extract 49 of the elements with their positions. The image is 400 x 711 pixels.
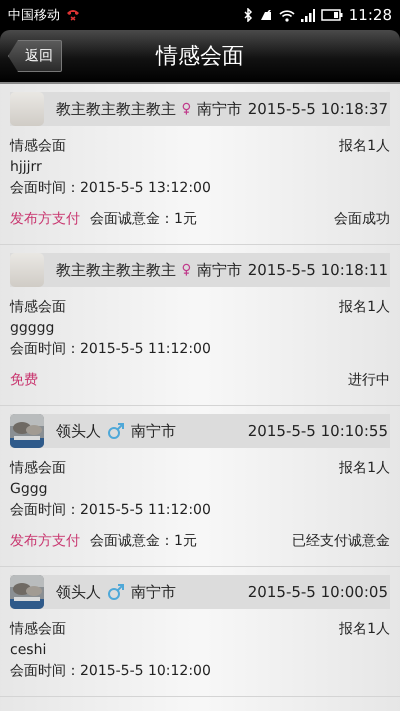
post-time: 2015-5-5 10:18:11 [248, 261, 388, 279]
post-time: 2015-5-5 10:10:55 [248, 422, 388, 440]
post-time: 2015-5-5 10:00:05 [248, 583, 388, 601]
back-button[interactable]: 返回 [8, 40, 62, 72]
payment-type: 发布方支付 [10, 532, 80, 551]
meeting-time: 会面时间：2015-5-5 11:12:00 [10, 501, 212, 520]
battery-icon [320, 9, 343, 21]
meeting-type: 情感会面 [10, 620, 66, 639]
meeting-type: 情感会面 [10, 137, 66, 156]
meeting-status: 会面成功 [334, 210, 390, 229]
meeting-time: 会面时间：2015-5-5 10:12:00 [10, 662, 212, 681]
user-name: 教主教主教主教主 [56, 260, 176, 280]
payment-type: 免费 [10, 371, 38, 390]
meeting-type: 情感会面 [10, 459, 66, 478]
user-name: 教主教主教主教主 [56, 100, 176, 118]
post-time: 2015-5-5 10:18:37 [248, 100, 388, 118]
wifi-icon [278, 8, 295, 22]
signup-count: 报名1人 [339, 298, 390, 317]
meeting-type: 情感会面 [10, 298, 66, 317]
signup-count: 报名1人 [339, 137, 390, 156]
phone-icon [66, 9, 80, 21]
bluetooth-icon [244, 8, 253, 22]
deposit-amount: 会面诚意金：1元 [90, 210, 197, 229]
signal-icon [300, 8, 315, 22]
user-name: 领头人 [56, 422, 101, 440]
city: 南宁市 [196, 260, 242, 280]
deposit-amount: 会面诚意金：1元 [90, 532, 197, 551]
meeting-note: ggggg [10, 319, 56, 338]
signup-count: 报名1人 [339, 459, 390, 478]
meeting-status: 已经支付诚意金 [292, 532, 390, 551]
avatar [10, 92, 44, 126]
signup-count: 报名1人 [339, 620, 390, 639]
city: 南宁市 [131, 582, 176, 602]
male-icon [107, 583, 125, 601]
user-name: 领头人 [56, 582, 101, 602]
male-icon [107, 422, 125, 440]
avatar [10, 253, 44, 287]
payment-type: 发布方支付 [10, 210, 80, 229]
meeting-note: Gggg [10, 480, 49, 499]
meeting-time: 会面时间：2015-5-5 11:12:00 [10, 340, 212, 359]
city: 南宁市 [196, 100, 242, 118]
clock: 11:28 [348, 6, 392, 24]
meeting-time: 会面时间：2015-5-5 13:12:00 [10, 179, 212, 198]
meeting-note: ceshi [10, 641, 48, 660]
page-title: 情感会面 [156, 43, 244, 71]
city: 南宁市 [131, 422, 176, 440]
meeting-note: hjjjrr [10, 158, 43, 177]
meeting-status: 进行中 [348, 371, 390, 390]
carrier: 中国移动 [8, 7, 60, 24]
